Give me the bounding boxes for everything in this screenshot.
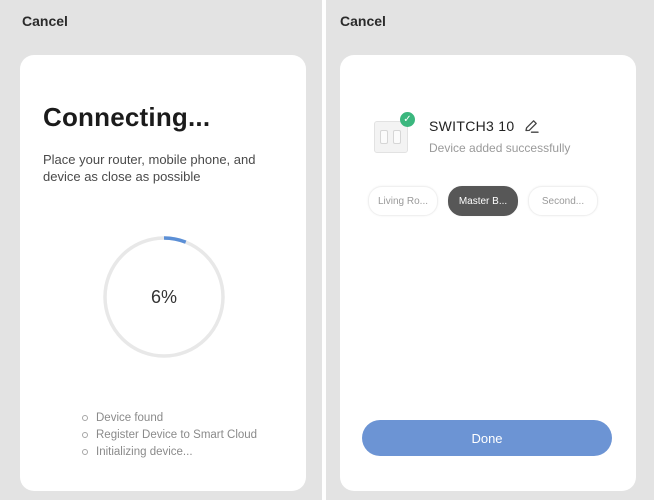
room-chip-living-room[interactable]: Living Ro... <box>368 186 438 216</box>
step-bullet-icon <box>82 414 88 421</box>
connecting-screen: Cancel Connecting... Place your router, … <box>0 0 322 500</box>
step-item: Register Device to Smart Cloud <box>82 426 257 443</box>
page-title: Connecting... <box>43 102 211 132</box>
step-label: Device found <box>96 411 164 424</box>
cancel-button[interactable]: Cancel <box>22 13 68 29</box>
pencil-icon[interactable] <box>523 118 539 139</box>
room-chip-label: Living Ro... <box>377 195 429 207</box>
step-item: Initializing device... <box>82 443 257 460</box>
switch-rocker <box>380 130 388 144</box>
step-item: Device found <box>82 409 257 426</box>
step-bullet-icon <box>82 448 88 455</box>
instruction-text: Place your router, mobile phone, and dev… <box>43 152 256 184</box>
progress-percent: 6% <box>150 286 177 307</box>
device-name: SWITCH3 10 <box>429 118 515 134</box>
switch-rocker <box>393 130 401 144</box>
cancel-button[interactable]: Cancel <box>340 13 386 29</box>
device-added-screen: Cancel ✓ SWITCH3 10 Device added success… <box>326 0 654 500</box>
progress-ring: 6% <box>102 235 226 359</box>
device-status: Device added successfully <box>429 141 571 155</box>
room-chip-label: Second... <box>541 195 585 207</box>
step-label: Register Device to Smart Cloud <box>96 428 258 441</box>
step-label: Initializing device... <box>96 445 193 458</box>
device-added-card: ✓ SWITCH3 10 Device added successfully L… <box>340 55 636 491</box>
step-bullet-icon <box>82 431 88 438</box>
device-row: ✓ SWITCH3 10 Device added successfully <box>370 112 610 165</box>
room-chip-label: Master B... <box>458 195 508 207</box>
done-button[interactable]: Done <box>362 420 612 456</box>
check-circle-icon: ✓ <box>400 112 415 127</box>
room-chip-second-bedroom[interactable]: Second... <box>528 186 598 216</box>
connecting-card: Connecting... Place your router, mobile … <box>20 55 306 491</box>
room-chip-master-bedroom[interactable]: Master B... <box>448 186 518 216</box>
connection-steps: Device found Register Device to Smart Cl… <box>82 409 257 460</box>
